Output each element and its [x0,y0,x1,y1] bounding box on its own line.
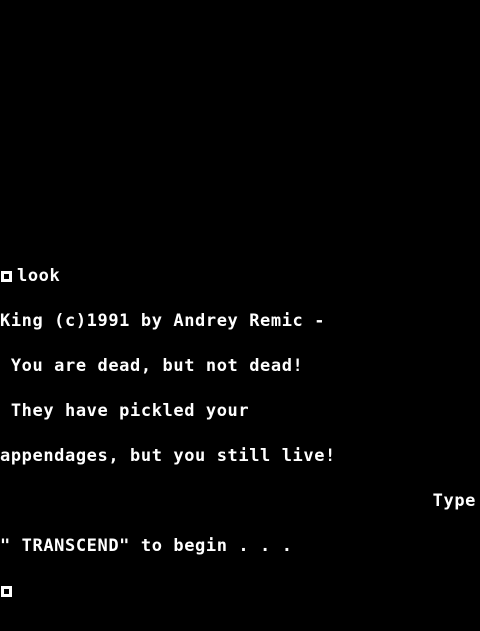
output-line: You are dead, but not dead! [0,356,304,376]
output-line: appendages, but you still live! [0,446,336,466]
output-line: They have pickled your [0,401,250,421]
command-line: look [0,266,480,286]
game-screen[interactable]: look King (c)1991 by Andrey Remic - You … [0,0,480,597]
output-line: King (c)1991 by Andrey Remic - [0,311,326,331]
output-line: Type [432,491,476,511]
output-line: " TRANSCEND" to begin . . . [0,536,293,556]
input-line[interactable] [0,584,480,599]
input-cursor-block-icon [1,586,12,597]
prompt-block-icon [1,271,12,282]
command-text: look [17,266,61,286]
console-text-area: look King (c)1991 by Andrey Remic - You … [0,239,480,629]
